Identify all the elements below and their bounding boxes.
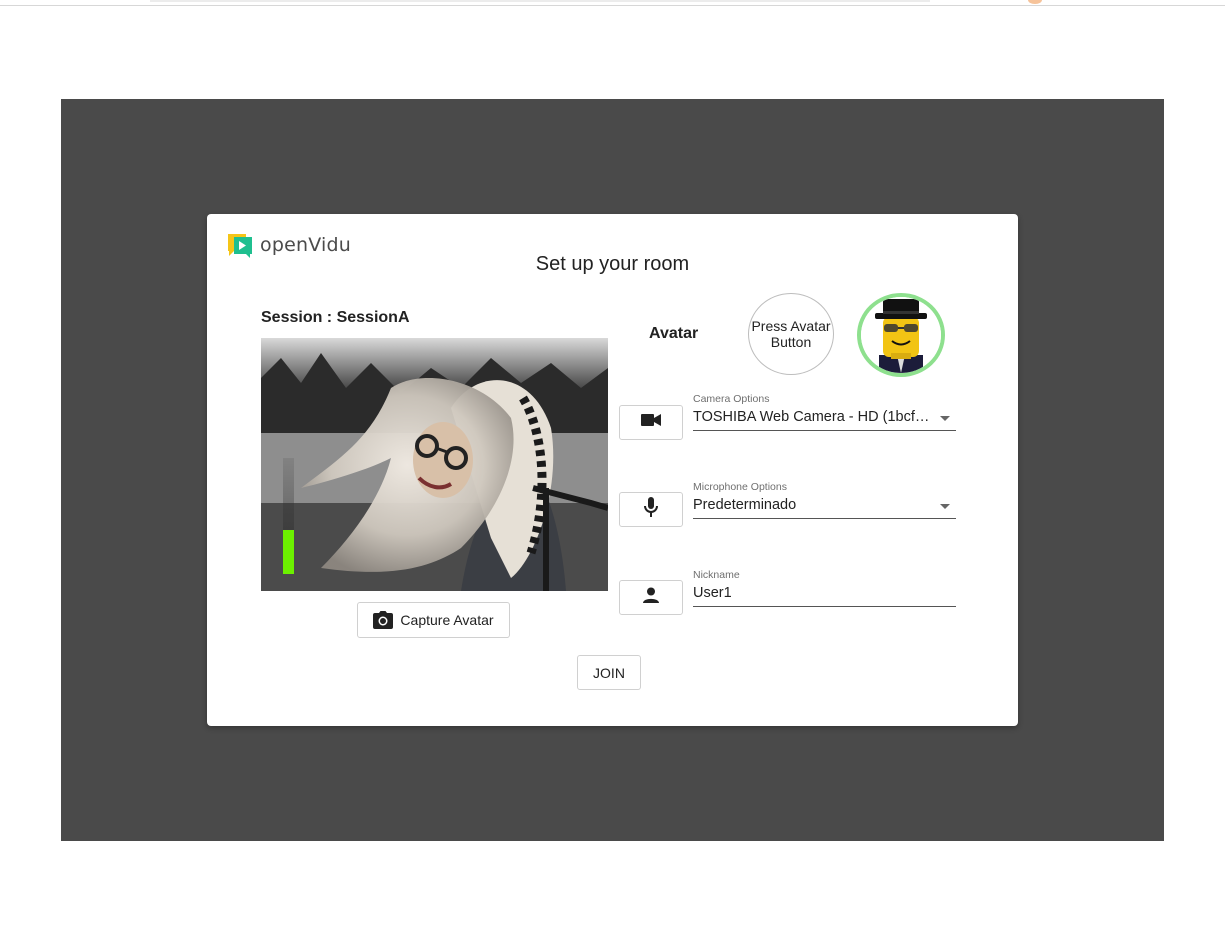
videocam-icon (641, 413, 661, 432)
camera-options-select[interactable]: Camera Options TOSHIBA Web Camera - HD (… (693, 393, 956, 431)
chevron-down-icon (940, 416, 950, 421)
nickname-input[interactable] (693, 582, 956, 604)
mic-icon (644, 497, 658, 522)
room-setup-dialog: openVidu Set up your room Session : Sess… (207, 214, 1018, 726)
browser-indicator (1028, 0, 1042, 4)
microphone-selected-value[interactable]: Predeterminado (693, 494, 956, 519)
capture-avatar-button[interactable]: Capture Avatar (357, 602, 510, 638)
camera-preview (261, 338, 608, 591)
audio-level-fill (283, 529, 294, 574)
person-icon (643, 587, 659, 608)
address-bar-edge (150, 0, 930, 2)
nickname-icon-button[interactable] (619, 580, 683, 615)
session-label: Session : SessionA (261, 309, 410, 326)
microphone-selected-text: Predeterminado (693, 497, 797, 513)
microphone-options-select[interactable]: Microphone Options Predeterminado (693, 481, 956, 519)
browser-top-bar (0, 0, 1225, 6)
camera-selected-value[interactable]: TOSHIBA Web Camera - HD (1bcf:2… (693, 406, 956, 431)
avatar-label: Avatar (649, 325, 699, 342)
dialog-title: Set up your room (535, 253, 690, 275)
camera-selected-text: TOSHIBA Web Camera - HD (1bcf:2… (693, 409, 942, 425)
camera-toggle-button[interactable] (619, 405, 683, 440)
chevron-down-icon (940, 504, 950, 509)
nickname-label: Nickname (693, 569, 740, 581)
nickname-input-wrapper (693, 582, 956, 607)
avatar-image[interactable] (857, 293, 945, 377)
camera-options-label: Camera Options (693, 393, 770, 405)
capture-avatar-label: Capture Avatar (400, 612, 494, 628)
press-avatar-button[interactable]: Press Avatar Button (748, 293, 834, 375)
preview-image (261, 338, 608, 591)
microphone-toggle-button[interactable] (619, 492, 683, 527)
audio-level-meter (283, 458, 294, 574)
microphone-options-label: Microphone Options (693, 481, 787, 493)
nickname-field: Nickname (693, 569, 956, 607)
join-button[interactable]: JOIN (577, 655, 641, 690)
camera-icon (373, 611, 394, 629)
